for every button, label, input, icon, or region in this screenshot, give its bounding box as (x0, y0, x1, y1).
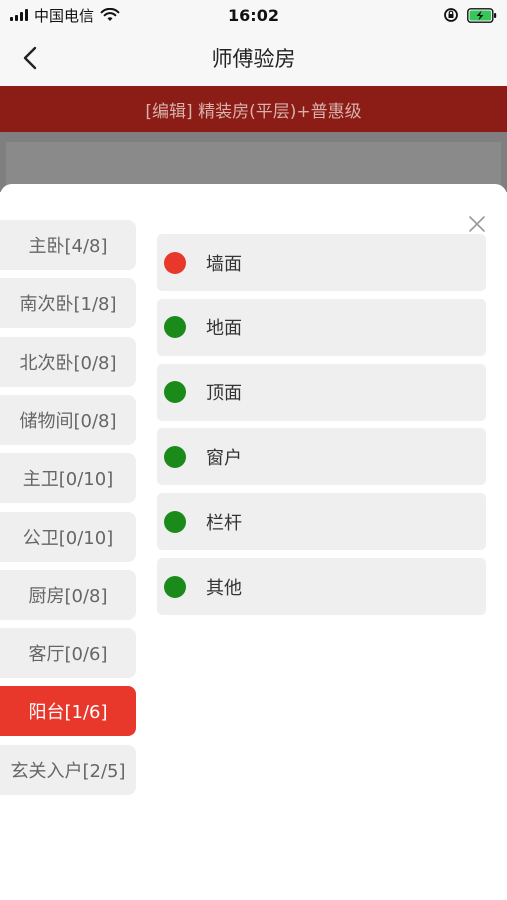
category-item[interactable]: 墙面 (157, 234, 486, 291)
category-item[interactable]: 顶面 (157, 363, 486, 421)
room-item[interactable]: 南次卧[1/8] (0, 278, 136, 329)
status-left: 中国电信 (10, 5, 120, 26)
room-selector-sheet: 主卧[4/8] 南次卧[1/8] 北次卧[0/8] 储物间[0/8] 主卫[0/10] 公… (0, 184, 507, 900)
status-right (443, 7, 497, 23)
close-icon (469, 216, 485, 232)
room-item[interactable]: 北次卧[0/8] (0, 336, 136, 387)
rotation-lock-icon (444, 8, 458, 22)
category-item[interactable]: 栏杆 (157, 493, 486, 551)
category-label: 墙面 (206, 253, 242, 275)
wifi-icon (100, 8, 120, 21)
room-item[interactable]: 公卫[0/10] (0, 511, 136, 562)
room-item[interactable]: 主卫[0/10] (0, 453, 136, 504)
page-title: 师傅验房 (211, 47, 296, 71)
close-button[interactable] (467, 214, 487, 234)
status-dot-icon (164, 381, 186, 404)
banner-text: [编辑] 精装房(平层)+普惠级 (145, 101, 362, 122)
battery-charging-icon (467, 7, 497, 23)
status-dot-icon (164, 445, 186, 468)
room-item[interactable]: 客厅[0/6] (0, 628, 136, 679)
signal-icon (10, 9, 28, 21)
room-item[interactable]: 阳台[1/6] (0, 686, 136, 737)
category-item[interactable]: 地面 (157, 298, 486, 356)
category-item[interactable]: 其他 (157, 558, 486, 615)
status-bar: 中国电信 16:02 (0, 0, 507, 30)
status-dot-icon (164, 316, 186, 339)
category-label: 其他 (206, 577, 242, 599)
category-label: 窗户 (206, 447, 242, 469)
category-label: 地面 (206, 318, 242, 340)
status-dot-icon (164, 575, 186, 598)
project-banner: [编辑] 精装房(平层)+普惠级 (0, 86, 507, 132)
carrier-name: 中国电信 (34, 6, 95, 25)
room-item[interactable]: 玄关入户[2/5] (0, 744, 136, 795)
room-item[interactable]: 储物间[0/8] (0, 394, 136, 445)
status-dot-icon (164, 510, 186, 533)
category-label: 顶面 (206, 383, 242, 405)
status-dot-icon (164, 251, 186, 274)
room-item[interactable]: 主卧[4/8] (0, 220, 136, 270)
nav-bar: 师傅验房 (0, 30, 507, 86)
category-item[interactable]: 窗户 (157, 428, 486, 486)
chevron-left-icon (23, 46, 37, 70)
back-button[interactable] (16, 44, 44, 72)
category-label: 栏杆 (206, 512, 242, 534)
room-item[interactable]: 厨房[0/8] (0, 569, 136, 620)
room-list: 主卧[4/8] 南次卧[1/8] 北次卧[0/8] 储物间[0/8] 主卫[0/10] 公… (0, 220, 137, 900)
